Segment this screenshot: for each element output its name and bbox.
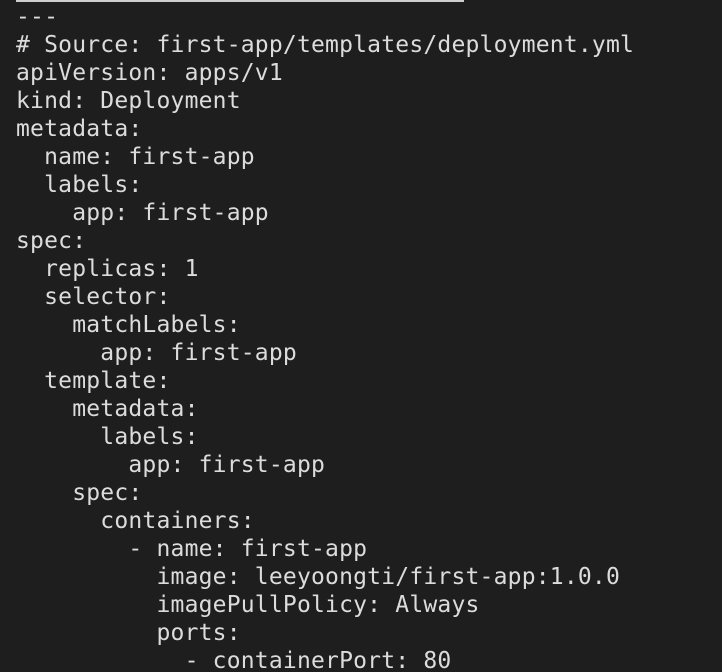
selection-divider <box>16 0 464 2</box>
yaml-line: matchLabels: <box>16 312 241 338</box>
yaml-line: spec: <box>16 228 87 254</box>
yaml-line: image: leeyoongti/first-app:1.0.0 <box>16 564 621 590</box>
yaml-line: # Source: first-app/templates/deployment… <box>16 32 635 58</box>
yaml-line: spec: <box>16 480 143 506</box>
yaml-line: app: first-app <box>16 200 269 226</box>
yaml-line: imagePullPolicy: Always <box>16 592 480 618</box>
yaml-line: - name: first-app <box>16 536 368 562</box>
yaml-line: app: first-app <box>16 452 326 478</box>
yaml-line: ports: <box>16 620 241 646</box>
yaml-line: replicas: 1 <box>16 256 199 282</box>
yaml-line: --- <box>16 4 59 30</box>
yaml-line: - containerPort: 80 <box>16 648 452 672</box>
yaml-line: labels: <box>16 424 199 450</box>
yaml-line: apiVersion: apps/v1 <box>16 60 283 86</box>
yaml-line: metadata: <box>16 396 199 422</box>
yaml-line: labels: <box>16 172 143 198</box>
yaml-line: template: <box>16 368 171 394</box>
yaml-line: app: first-app <box>16 340 297 366</box>
yaml-line: metadata: <box>16 116 143 142</box>
yaml-line: selector: <box>16 284 171 310</box>
yaml-output: --- # Source: first-app/templates/deploym… <box>16 3 634 672</box>
yaml-line: name: first-app <box>16 144 255 170</box>
terminal-window[interactable]: --- # Source: first-app/templates/deploym… <box>0 0 722 672</box>
yaml-line: kind: Deployment <box>16 88 241 114</box>
yaml-line: containers: <box>16 508 255 534</box>
